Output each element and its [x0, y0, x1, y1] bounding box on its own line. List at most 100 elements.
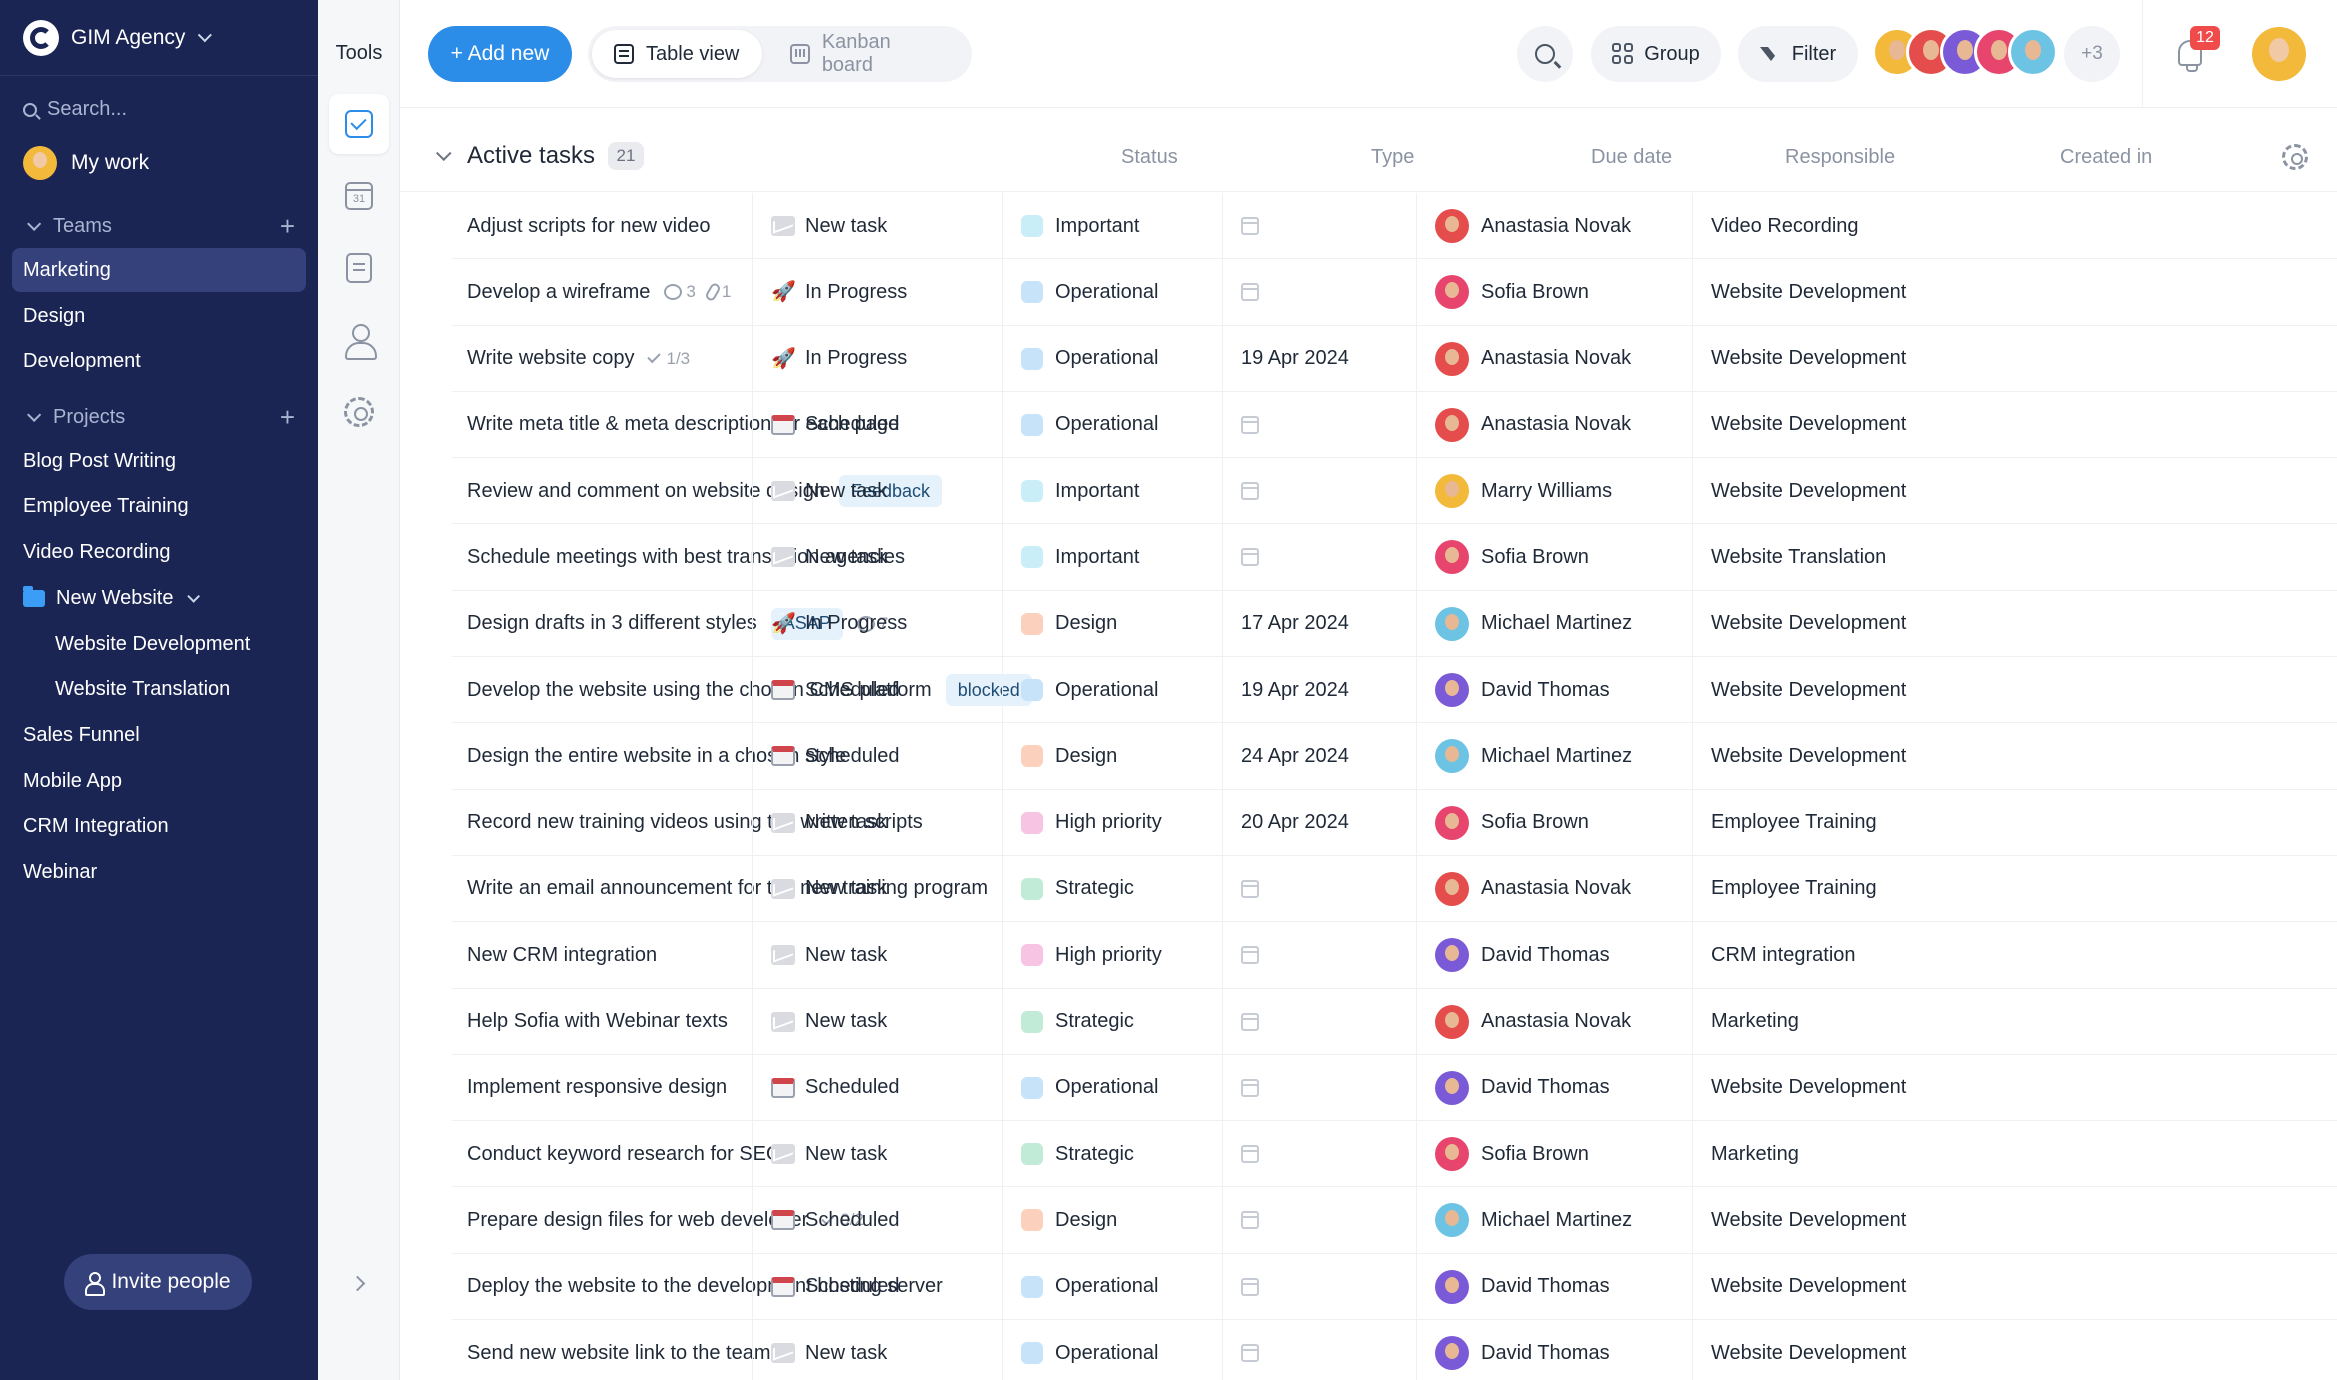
teams-section-header[interactable]: Teams +	[23, 213, 295, 239]
status-cell[interactable]: New task	[752, 1121, 1002, 1188]
created-in-cell[interactable]: Marketing	[1692, 1121, 1992, 1188]
checklist-progress[interactable]: 1/3	[647, 349, 690, 369]
column-header-status[interactable]: Status	[1121, 146, 1178, 169]
type-cell[interactable]: Design	[1002, 590, 1222, 657]
sidebar-item-design[interactable]: Design	[12, 294, 306, 338]
created-in-cell[interactable]: Website Development	[1692, 1320, 1992, 1380]
due-date-cell[interactable]	[1222, 458, 1416, 525]
task-cell[interactable]: Develop a wireframe 3 1	[467, 259, 731, 325]
task-cell[interactable]: New CRM integration	[467, 922, 657, 988]
created-in-cell[interactable]: Website Development	[1692, 1187, 1992, 1254]
task-cell[interactable]: Conduct keyword research for SEO	[467, 1121, 782, 1187]
status-cell[interactable]: New task	[752, 922, 1002, 989]
type-cell[interactable]: Design	[1002, 1187, 1222, 1254]
created-in-cell[interactable]: Website Development	[1692, 723, 1992, 790]
created-in-cell[interactable]: Website Translation	[1692, 524, 1992, 591]
add-new-button[interactable]: + Add new	[428, 26, 572, 82]
due-date-cell[interactable]	[1222, 1253, 1416, 1320]
table-row[interactable]: Adjust scripts for new video New task Im…	[452, 193, 2337, 260]
status-cell[interactable]: New task	[752, 988, 1002, 1055]
type-cell[interactable]: Operational	[1002, 1054, 1222, 1121]
due-date-cell[interactable]: 19 Apr 2024	[1222, 657, 1416, 724]
status-cell[interactable]: 🚀 In Progress	[752, 259, 1002, 326]
tool-contacts[interactable]	[329, 310, 389, 370]
created-in-cell[interactable]: Website Development	[1692, 325, 1992, 392]
status-cell[interactable]: Scheduled	[752, 657, 1002, 724]
sidebar-item-website-translation[interactable]: Website Translation	[44, 667, 306, 711]
table-row[interactable]: Design the entire website in a chosen st…	[452, 723, 2337, 790]
due-date-cell[interactable]	[1222, 855, 1416, 922]
tool-tasks[interactable]	[329, 94, 389, 154]
status-cell[interactable]: New task	[752, 524, 1002, 591]
created-in-cell[interactable]: Employee Training	[1692, 855, 1992, 922]
column-header-type[interactable]: Type	[1371, 146, 1414, 169]
tool-settings[interactable]	[329, 382, 389, 442]
task-cell[interactable]: Adjust scripts for new video	[467, 193, 710, 259]
tab-kanban-board[interactable]: Kanban board	[768, 30, 968, 78]
chevron-down-icon[interactable]	[435, 145, 452, 162]
due-date-cell[interactable]	[1222, 259, 1416, 326]
responsible-cell[interactable]: Sofia Brown	[1416, 789, 1692, 856]
task-cell[interactable]: Implement responsive design	[467, 1055, 727, 1121]
type-cell[interactable]: Strategic	[1002, 1121, 1222, 1188]
responsible-cell[interactable]: Michael Martinez	[1416, 590, 1692, 657]
table-row[interactable]: Write meta title & meta description for …	[452, 391, 2337, 459]
due-date-cell[interactable]	[1222, 1187, 1416, 1254]
responsible-cell[interactable]: Anastasia Novak	[1416, 325, 1692, 392]
table-row[interactable]: Develop the website using the chosen CMS…	[452, 657, 2337, 724]
type-cell[interactable]: Operational	[1002, 1320, 1222, 1380]
status-cell[interactable]: Scheduled	[752, 723, 1002, 790]
workspace-switcher[interactable]: GIM Agency	[0, 0, 318, 76]
table-row[interactable]: Record new training videos using the wri…	[452, 789, 2337, 856]
type-cell[interactable]: Operational	[1002, 325, 1222, 392]
due-date-cell[interactable]: 20 Apr 2024	[1222, 789, 1416, 856]
task-cell[interactable]: Help Sofia with Webinar texts	[467, 989, 728, 1055]
tool-calendar[interactable]: 31	[329, 166, 389, 226]
responsible-cell[interactable]: David Thomas	[1416, 1253, 1692, 1320]
type-cell[interactable]: Important	[1002, 193, 1222, 259]
status-cell[interactable]: New task	[752, 789, 1002, 856]
comment-count[interactable]: 31	[664, 282, 731, 303]
type-cell[interactable]: Operational	[1002, 657, 1222, 724]
sidebar-item-development[interactable]: Development	[12, 339, 306, 383]
table-row[interactable]: Write an email announcement for the new …	[452, 855, 2337, 923]
due-date-cell[interactable]	[1222, 922, 1416, 989]
due-date-cell[interactable]	[1222, 1121, 1416, 1188]
task-cell[interactable]: Send new website link to the team	[467, 1320, 771, 1380]
created-in-cell[interactable]: Website Development	[1692, 458, 1992, 525]
user-avatar[interactable]	[2252, 27, 2306, 81]
sidebar-item-employee-training[interactable]: Employee Training	[12, 484, 306, 528]
due-date-cell[interactable]	[1222, 1054, 1416, 1121]
table-row[interactable]: Prepare design files for web developer 0/…	[452, 1187, 2337, 1254]
responsible-cell[interactable]: Michael Martinez	[1416, 723, 1692, 790]
sidebar-item-blog-post-writing[interactable]: Blog Post Writing	[12, 439, 306, 483]
type-cell[interactable]: Important	[1002, 524, 1222, 591]
more-members-button[interactable]: +3	[2064, 26, 2120, 82]
group-button[interactable]: Group	[1591, 26, 1721, 82]
responsible-cell[interactable]: David Thomas	[1416, 657, 1692, 724]
table-row[interactable]: Implement responsive design Scheduled Op…	[452, 1054, 2337, 1122]
table-settings-icon[interactable]	[2282, 144, 2308, 170]
sidebar-search[interactable]: Search...	[23, 98, 127, 121]
created-in-cell[interactable]: Website Development	[1692, 391, 1992, 458]
due-date-cell[interactable]: 19 Apr 2024	[1222, 325, 1416, 392]
responsible-cell[interactable]: Marry Williams	[1416, 458, 1692, 525]
due-date-cell[interactable]	[1222, 391, 1416, 458]
responsible-cell[interactable]: Michael Martinez	[1416, 1187, 1692, 1254]
status-cell[interactable]: New task	[752, 855, 1002, 922]
type-cell[interactable]: Strategic	[1002, 988, 1222, 1055]
type-cell[interactable]: Design	[1002, 723, 1222, 790]
responsible-cell[interactable]: Sofia Brown	[1416, 259, 1692, 326]
sidebar-item-video-recording[interactable]: Video Recording	[12, 530, 306, 574]
tool-documents[interactable]	[329, 238, 389, 298]
status-cell[interactable]: Scheduled	[752, 1054, 1002, 1121]
responsible-cell[interactable]: Sofia Brown	[1416, 1121, 1692, 1188]
filter-button[interactable]: Filter	[1738, 26, 1858, 82]
due-date-cell[interactable]	[1222, 1320, 1416, 1380]
table-row[interactable]: Design drafts in 3 different styles ASAP 7…	[452, 590, 2337, 658]
sidebar-item-my-work[interactable]: My work	[23, 146, 149, 180]
sidebar-item-mobile-app[interactable]: Mobile App	[12, 759, 306, 803]
projects-section-header[interactable]: Projects +	[23, 404, 295, 430]
responsible-cell[interactable]: Anastasia Novak	[1416, 193, 1692, 259]
type-cell[interactable]: Strategic	[1002, 855, 1222, 922]
